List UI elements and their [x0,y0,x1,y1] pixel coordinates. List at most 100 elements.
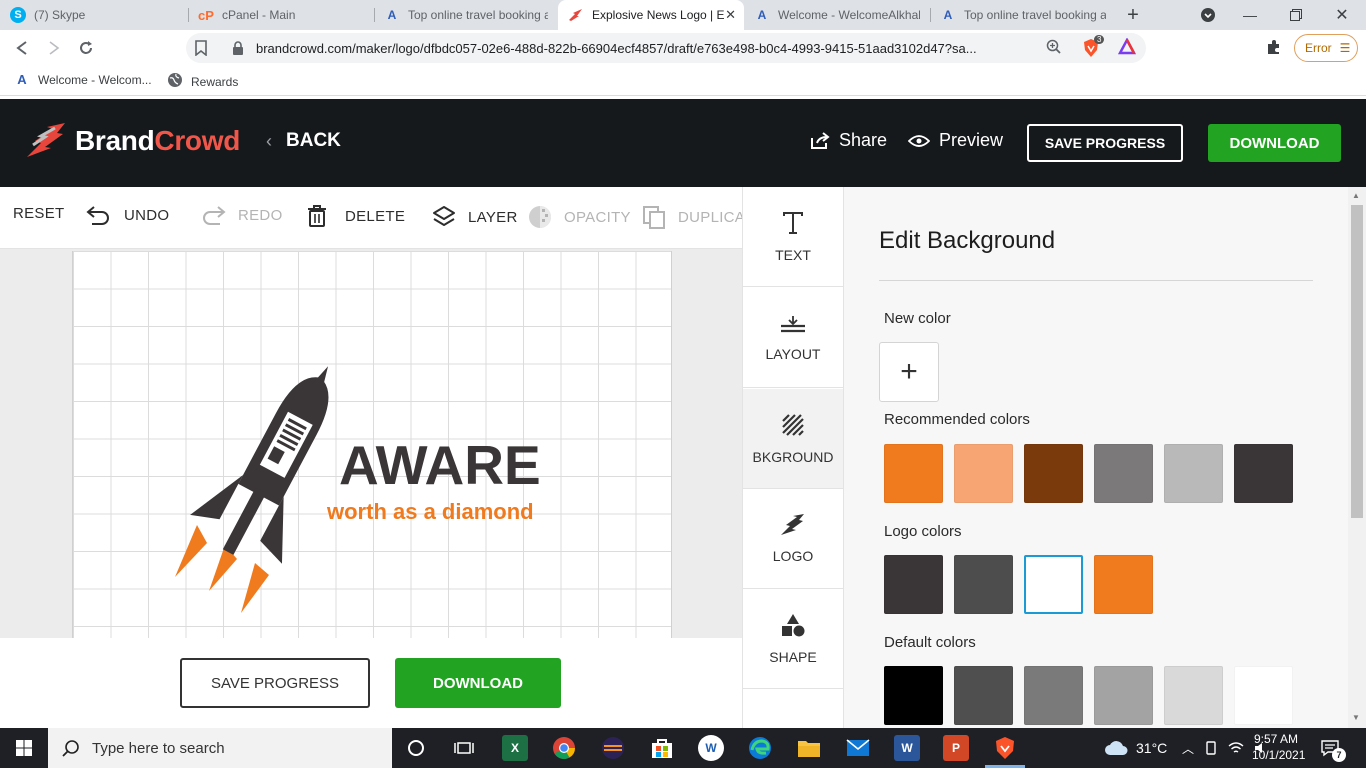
word-icon[interactable]: W [894,735,920,761]
opacity-button[interactable]: OPACITY [528,205,631,229]
url-text[interactable]: brandcrowd.com/maker/logo/dfbdc057-02e6-… [256,41,1056,56]
logo-canvas[interactable]: AWARE worth as a diamond [72,251,672,638]
color-swatch[interactable] [1164,666,1223,725]
tab-explosive-news-logo[interactable]: Explosive News Logo | E ✕ [558,0,744,30]
scrollbar-thumb[interactable] [1351,205,1363,518]
taskbar-clock[interactable]: 9:57 AM 10/1/2021 [1252,731,1305,763]
weather-widget[interactable]: 31°C [1104,728,1167,768]
color-swatch[interactable] [1164,444,1223,503]
brave-browser-icon[interactable] [992,735,1018,761]
tab-cpanel[interactable]: cP cPanel - Main [188,0,374,30]
panel-divider [879,280,1313,281]
bookmark-rewards[interactable]: Rewards [167,72,238,91]
preview-button[interactable]: Preview [908,130,1003,151]
zoom-icon[interactable] [1046,39,1062,60]
site-a-icon: A [943,8,953,22]
brave-shield-icon[interactable]: 3 [1082,35,1108,58]
color-swatch[interactable] [1024,666,1083,725]
delete-button[interactable]: DELETE [307,205,405,227]
logo-artwork[interactable]: AWARE worth as a diamond [73,251,673,638]
brandcrowd-logo[interactable]: BrandCrowd [25,123,240,159]
color-swatch[interactable] [954,555,1013,614]
download-button[interactable]: DOWNLOAD [1208,124,1341,162]
chrome-icon[interactable] [551,735,577,761]
new-tab-plus-icon[interactable]: + [1122,4,1144,26]
side-tool-background[interactable]: BKGROUND [743,389,843,489]
add-color-button[interactable]: + [879,342,939,402]
logo-tagline-text[interactable]: worth as a diamond [326,499,534,524]
download-bottom-button[interactable]: DOWNLOAD [395,658,561,708]
brandcrowd-wordmark: BrandCrowd [75,125,241,156]
save-progress-button[interactable]: SAVE PROGRESS [1027,124,1183,162]
wifi-icon[interactable] [1228,741,1244,755]
color-swatch[interactable] [1094,666,1153,725]
taskbar-search-box[interactable]: Type here to search [48,728,392,768]
back-arrow-icon[interactable] [10,36,34,60]
tab-search-icon[interactable] [1188,0,1228,30]
color-swatch[interactable] [884,666,943,725]
color-swatch[interactable] [1094,444,1153,503]
extensions-puzzle-icon[interactable] [1266,39,1282,60]
eclipse-icon[interactable] [600,735,626,761]
scroll-down-icon[interactable]: ▼ [1352,713,1360,722]
cortana-icon[interactable] [403,735,429,761]
reload-icon[interactable] [74,36,98,60]
layer-button[interactable]: LAYER [432,205,518,229]
undo-button[interactable]: UNDO [86,205,169,225]
color-swatch-selected[interactable] [1024,555,1083,614]
logo-title-text[interactable]: AWARE [339,434,541,496]
color-swatch[interactable] [954,666,1013,725]
tab-travel-booking[interactable]: A Top online travel booking ag [374,0,558,30]
color-swatch[interactable] [1024,444,1083,503]
color-swatch[interactable] [954,444,1013,503]
notifications-icon[interactable]: 7 [1320,728,1346,768]
forward-arrow-icon[interactable] [42,36,66,60]
edge-icon[interactable] [747,735,773,761]
color-swatch[interactable] [1094,555,1153,614]
side-tool-logo[interactable]: LOGO [743,489,843,589]
side-tool-shape[interactable]: SHAPE [743,589,843,689]
close-tab-icon[interactable]: ✕ [725,7,736,23]
redo-button[interactable]: REDO [200,205,283,225]
lock-icon[interactable] [232,41,244,55]
brandcrowd-logo-icon [27,123,65,157]
side-tool-layout[interactable]: LAYOUT [743,288,843,388]
store-icon[interactable] [649,735,675,761]
panel-scrollbar[interactable]: ▲ ▼ [1348,187,1366,728]
chevron-up-icon[interactable]: ︿ [1182,740,1194,757]
mail-icon[interactable] [845,735,871,761]
battery-icon[interactable] [1204,741,1218,755]
color-swatch[interactable] [1234,444,1293,503]
tab-welcome[interactable]: A Welcome - WelcomeAlkhale [744,0,930,30]
duplicate-button[interactable]: DUPLICA [642,205,742,229]
globe-icon [167,72,183,91]
share-button[interactable]: Share [810,130,887,151]
color-swatch[interactable] [1234,666,1293,725]
bookmark-icon[interactable] [194,40,208,56]
color-swatch[interactable] [884,444,943,503]
scroll-up-icon[interactable]: ▲ [1352,191,1360,200]
task-view-icon[interactable] [451,735,477,761]
address-bar[interactable]: brandcrowd.com/maker/logo/dfbdc057-02e6-… [186,33,1146,63]
close-window-icon[interactable]: ✕ [1322,0,1362,30]
tab-travel-booking-2[interactable]: A Top online travel booking ag [930,0,1116,30]
logo-icon [781,513,804,535]
back-button[interactable]: ‹ BACK [266,130,341,152]
file-explorer-icon[interactable] [796,735,822,761]
save-progress-bottom-button[interactable]: SAVE PROGRESS [180,658,370,708]
bookmark-welcome[interactable]: A Welcome - Welcom... [14,72,151,88]
eye-icon [908,134,930,147]
reset-button[interactable]: RESET [13,205,65,222]
windows-start-icon[interactable] [0,728,48,768]
restore-icon[interactable] [1276,0,1316,30]
minimize-icon[interactable]: — [1230,0,1270,30]
profile-error-button[interactable]: Error ☰ [1294,34,1358,62]
excel-icon[interactable]: X [502,735,528,761]
side-tool-text[interactable]: TEXT [743,187,843,287]
powerpoint-icon[interactable]: P [943,735,969,761]
brave-rewards-icon[interactable] [1117,37,1137,61]
tab-skype[interactable]: S (7) Skype [0,0,188,30]
color-swatch[interactable] [884,555,943,614]
canvas-area: AWARE worth as a diamond [0,249,742,638]
word-mobile-icon[interactable]: W [698,735,724,761]
